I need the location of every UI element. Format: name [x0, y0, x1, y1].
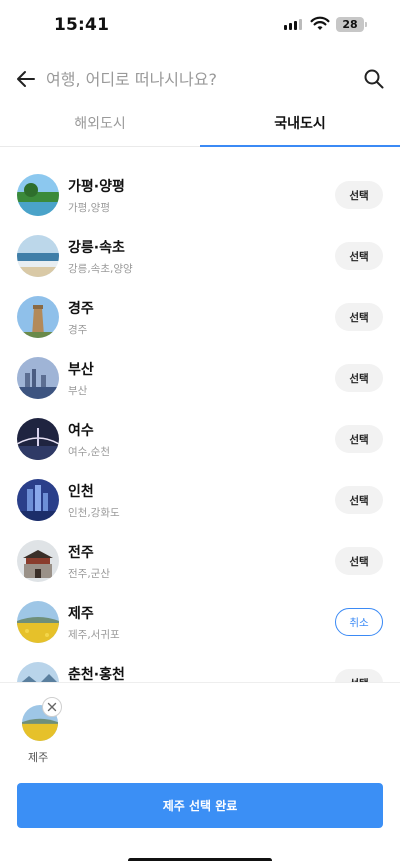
city-name: 경주 [68, 301, 94, 317]
city-name: 전주 [68, 545, 94, 561]
city-thumbnail [17, 662, 59, 682]
select-button[interactable]: 선택 [335, 486, 383, 514]
tab-bar: 해외도시 국내도시 [0, 103, 400, 147]
tab-overseas[interactable]: 해외도시 [0, 103, 200, 146]
select-button[interactable]: 선택 [335, 364, 383, 392]
city-thumbnail [17, 235, 59, 277]
select-button[interactable]: 선택 [335, 547, 383, 575]
city-thumbnail [17, 601, 59, 643]
city-subtitle: 강릉,속초,양양 [68, 263, 133, 275]
city-subtitle: 가평,양평 [68, 202, 110, 214]
screen: 15:41 28 해외도시 국내도시 [0, 0, 400, 861]
select-button[interactable]: 선택 [335, 669, 383, 682]
city-subtitle: 전주,군산 [68, 568, 110, 580]
city-row-jeonju: 전주 전주,군산 선택 [0, 530, 400, 591]
back-arrow-icon[interactable] [14, 67, 38, 91]
tab-domestic[interactable]: 국내도시 [200, 103, 400, 147]
status-bar: 15:41 28 [0, 0, 400, 52]
select-button[interactable]: 선택 [335, 303, 383, 331]
city-subtitle: 경주 [68, 324, 88, 336]
status-time: 15:41 [54, 15, 110, 35]
select-button[interactable]: 선택 [335, 242, 383, 270]
city-row-busan: 부산 부산 선택 [0, 347, 400, 408]
select-button[interactable]: 선택 [335, 425, 383, 453]
city-thumbnail [17, 479, 59, 521]
city-subtitle: 인천,강화도 [68, 507, 120, 519]
city-row-gyeongju: 경주 경주 선택 [0, 286, 400, 347]
city-name: 여수 [68, 423, 94, 439]
city-thumbnail [17, 296, 59, 338]
confirm-selection-button[interactable]: 제주 선택 완료 [17, 783, 383, 828]
battery-level: 28 [342, 18, 358, 31]
search-icon[interactable] [362, 67, 386, 91]
city-subtitle: 여수,순천 [68, 446, 110, 458]
city-thumbnail [17, 418, 59, 460]
signal-icon [284, 19, 302, 30]
city-row-gapyeong: 가평·양평 가평,양평 선택 [0, 164, 400, 225]
city-name: 인천 [68, 484, 94, 500]
city-name: 강릉·속초 [68, 240, 125, 256]
city-subtitle: 부산 [68, 385, 88, 397]
city-row-gangneung: 강릉·속초 강릉,속초,양양 선택 [0, 225, 400, 286]
city-name: 제주 [68, 606, 94, 622]
city-row-jeju: 제주 제주,서귀포 취소 [0, 591, 400, 652]
city-name: 부산 [68, 362, 94, 378]
wifi-icon [310, 16, 330, 30]
city-name: 춘천·홍천 [68, 667, 125, 682]
city-subtitle: 제주,서귀포 [68, 629, 120, 641]
search-bar [0, 57, 400, 101]
city-thumbnail [17, 540, 59, 582]
city-thumbnail [17, 174, 59, 216]
remove-chip-button[interactable] [42, 697, 62, 717]
close-icon [47, 702, 57, 712]
selected-city-label: 제주 [28, 751, 49, 764]
search-input[interactable] [46, 63, 346, 95]
cancel-button[interactable]: 취소 [335, 608, 383, 636]
city-name: 가평·양평 [68, 179, 125, 195]
city-list: 가평·양평 가평,양평 선택 강릉·속초 강릉,속초,양양 선택 경주 경주 선… [0, 164, 400, 682]
selection-panel: 제주 제주 선택 완료 [0, 682, 400, 861]
battery-icon: 28 [336, 17, 367, 32]
select-button[interactable]: 선택 [335, 181, 383, 209]
city-row-incheon: 인천 인천,강화도 선택 [0, 469, 400, 530]
city-row-yeosu: 여수 여수,순천 선택 [0, 408, 400, 469]
city-thumbnail [17, 357, 59, 399]
city-row-chuncheon: 춘천·홍천 선택 [0, 652, 400, 682]
